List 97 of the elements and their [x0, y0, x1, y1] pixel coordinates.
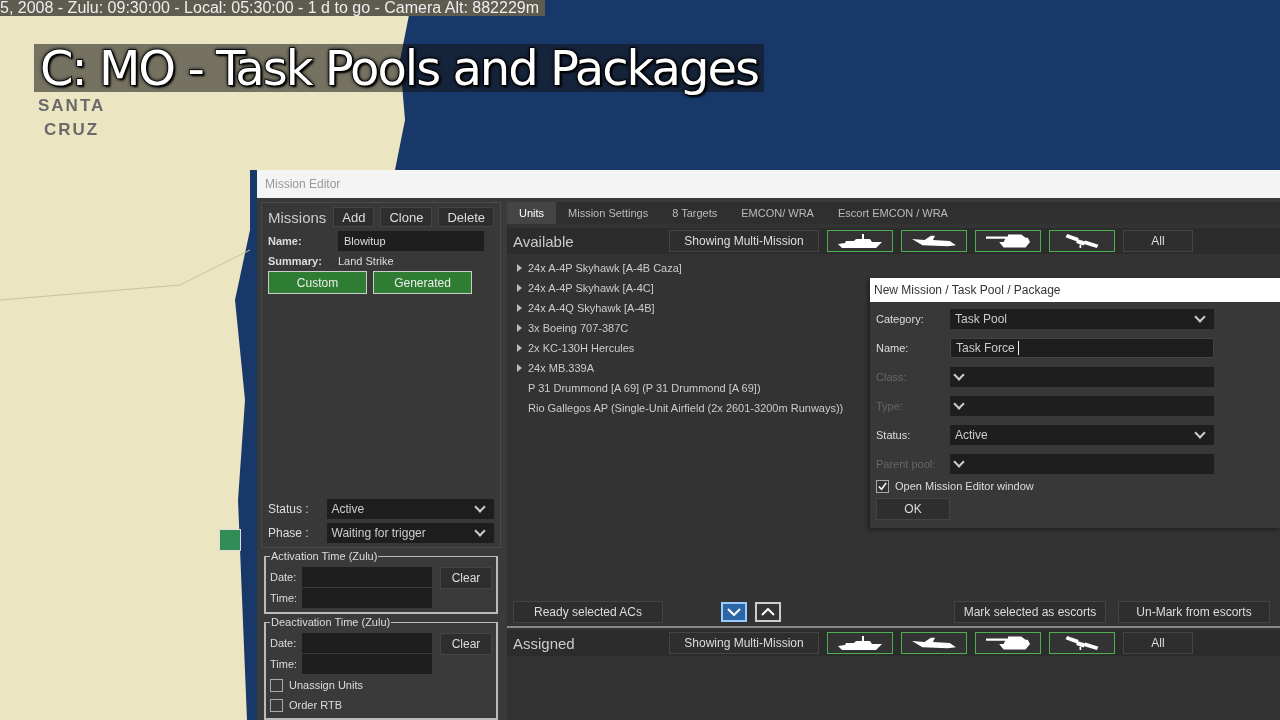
unit-type-filter-button[interactable] [901, 632, 967, 654]
clear-button[interactable]: Clear [440, 567, 492, 589]
expand-arrow-icon[interactable] [517, 344, 522, 352]
field-label: Time: [270, 658, 299, 670]
tab[interactable]: Escort EMCON / WRA [825, 202, 960, 224]
mission-button[interactable]: Clone [380, 207, 433, 227]
expand-arrow-icon[interactable] [517, 324, 522, 332]
field-label: Phase : [268, 526, 310, 540]
panel-heading: Missions [268, 208, 328, 226]
unit-type-filter-button[interactable] [827, 230, 893, 252]
aircraft-icon [912, 234, 956, 248]
unit-list-item[interactable]: P 31 Drummond [A 69] (P 31 Drummond [A 69]) [528, 382, 761, 394]
unit-marker-icon[interactable] [219, 529, 241, 551]
unmark-escorts-button[interactable]: Un-Mark from escorts [1118, 601, 1270, 623]
unit-list-item[interactable]: 24x A-4P Skyhawk [A-4C] [528, 282, 654, 294]
ship-icon [838, 234, 882, 248]
checkbox-label: Unassign Units [289, 679, 363, 691]
field-label: Summary: [268, 255, 323, 267]
unit-list-item[interactable]: 3x Boeing 707-387C [528, 322, 629, 334]
tab[interactable]: 8 Targets [660, 202, 730, 224]
tab[interactable]: Units [507, 202, 557, 224]
expand-arrow-icon[interactable] [517, 264, 522, 272]
dropdown[interactable]: Active [326, 499, 494, 519]
field-label: Name: [268, 235, 303, 247]
expand-arrow-icon[interactable] [517, 304, 522, 312]
filter-button[interactable]: Showing Multi-Mission [669, 632, 819, 654]
ok-button[interactable]: OK [876, 498, 950, 520]
checkbox-label: Open Mission Editor window [895, 480, 1034, 492]
dropdown[interactable]: Waiting for trigger [326, 523, 494, 543]
all-button[interactable]: All [1123, 230, 1193, 252]
ship-icon [838, 636, 882, 650]
field-label: Status: [876, 429, 912, 441]
dialog-title: New Mission / Task Pool / Package [870, 278, 1280, 302]
window-title: Mission Editor [257, 170, 1280, 198]
name-field[interactable]: Blowitup [338, 231, 484, 251]
summary-value: Land Strike [338, 255, 394, 267]
field-label: Date: [270, 637, 298, 649]
map-place-label: CRUZ [44, 120, 100, 140]
tab[interactable]: EMCON/ WRA [729, 202, 826, 224]
tank-icon [986, 636, 1030, 650]
checkbox[interactable] [270, 698, 283, 712]
group-title: Deactivation Time (Zulu) [270, 616, 392, 628]
time-input-field[interactable] [302, 633, 432, 653]
move-up-button[interactable] [755, 602, 781, 622]
toggle-button[interactable]: Custom [268, 271, 367, 294]
aircraft-icon [912, 636, 956, 650]
mission-button[interactable]: Add [333, 207, 375, 227]
toggle-button[interactable]: Generated [373, 271, 472, 294]
time-input-field[interactable] [302, 654, 432, 674]
tab[interactable]: Mission Settings [556, 202, 661, 224]
name-input-field[interactable]: Task Force [950, 338, 1214, 358]
field-label: Date: [270, 571, 298, 583]
dropdown-value: Waiting for trigger [331, 526, 426, 540]
chevron-up-icon [761, 608, 775, 616]
mark-escorts-button[interactable]: Mark selected as escorts [954, 601, 1106, 623]
field-label: Name: [876, 342, 910, 354]
filter-button[interactable]: Showing Multi-Mission [669, 230, 819, 252]
time-input-field[interactable] [302, 567, 432, 587]
dropdown-value: Task Pool [955, 312, 1008, 326]
map-place-label: SANTA [38, 96, 106, 116]
tank-icon [986, 234, 1030, 248]
expand-arrow-icon[interactable] [517, 284, 522, 292]
field-label: Time: [270, 592, 299, 604]
unit-list-item[interactable]: 24x A-4P Skyhawk [A-4B Caza] [528, 262, 682, 274]
chevron-down-icon [727, 608, 741, 616]
unit-type-filter-button[interactable] [901, 230, 967, 252]
unit-list-item[interactable]: 24x MB.339A [528, 362, 595, 374]
section-title: Available [513, 232, 575, 250]
section-title: Assigned [513, 634, 576, 652]
input-value: Task Force [956, 341, 1016, 355]
checkbox[interactable] [876, 479, 889, 493]
ready-button[interactable]: Ready selected ACs [513, 601, 663, 623]
all-button[interactable]: All [1123, 632, 1193, 654]
unit-list-item[interactable]: 24x A-4Q Skyhawk [A-4B] [528, 302, 655, 314]
unit-type-filter-button[interactable] [827, 632, 893, 654]
status-bar-text: 5, 2008 - Zulu: 09:30:00 - Local: 05:30:00 - 1 d to go - Camera Alt: 882229m [0, 0, 545, 16]
field-label: Category: [876, 313, 925, 325]
clear-button[interactable]: Clear [440, 633, 492, 655]
unit-list-item[interactable]: Rio Gallegos AP (Single-Unit Airfield (2x 2601-3200m Runways)) [528, 402, 844, 414]
dropdown[interactable]: Active [950, 425, 1214, 445]
group-title: Activation Time (Zulu) [270, 550, 379, 562]
unit-list-item[interactable]: 2x KC-130H Hercules [528, 342, 635, 354]
dropdown[interactable]: Task Pool [950, 309, 1214, 329]
unit-type-filter-button[interactable] [1049, 632, 1115, 654]
move-down-button[interactable] [721, 602, 747, 622]
field-label: Status : [268, 502, 310, 516]
time-input-field[interactable] [302, 588, 432, 608]
unit-type-filter-button[interactable] [1049, 230, 1115, 252]
unit-type-filter-button[interactable] [975, 230, 1041, 252]
text-cursor [1018, 341, 1019, 355]
checkbox-label: Order RTB [289, 699, 342, 711]
checkbox[interactable] [270, 678, 283, 692]
dropdown-value: Active [955, 428, 988, 442]
dropdown-value: Active [331, 502, 365, 516]
mission-button[interactable]: Delete [438, 207, 494, 227]
unit-type-filter-button[interactable] [975, 632, 1041, 654]
expand-arrow-icon[interactable] [517, 364, 522, 372]
